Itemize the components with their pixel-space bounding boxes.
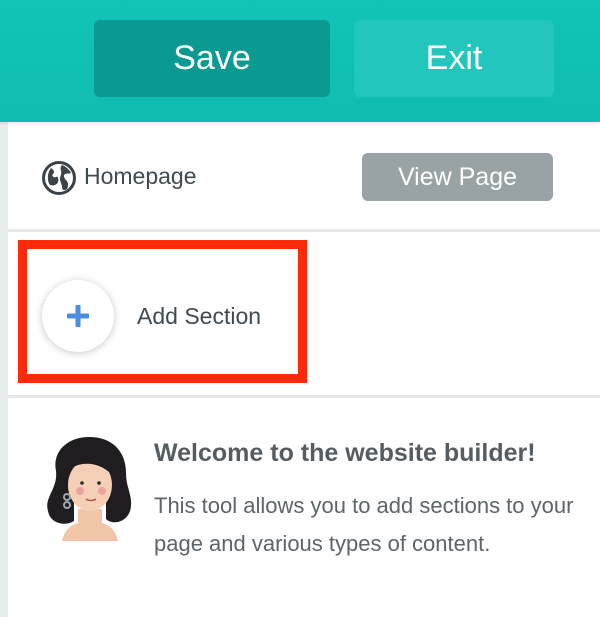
welcome-title: Welcome to the website builder! [154,439,536,467]
add-section-label: Add Section [137,302,262,329]
welcome-text: This tool allows you to add sections to … [154,493,574,556]
add-section-button[interactable]: Add Section [42,280,282,352]
globe-icon [42,161,76,195]
welcome-card: Welcome to the website builder! This too… [8,401,600,617]
avatar [47,437,132,541]
plus-icon [67,305,89,327]
save-button[interactable]: Save [94,20,330,97]
view-page-button[interactable]: View Page [362,153,553,201]
page-row: Homepage View Page [8,122,600,232]
add-section-area: Add Section [8,235,600,398]
top-toolbar: Save Exit [0,0,600,122]
page-name: Homepage [84,163,197,189]
plus-button[interactable] [42,280,114,352]
exit-button[interactable]: Exit [354,20,554,97]
builder-panel: Save Exit Homepage View Page Add Section [0,0,600,617]
